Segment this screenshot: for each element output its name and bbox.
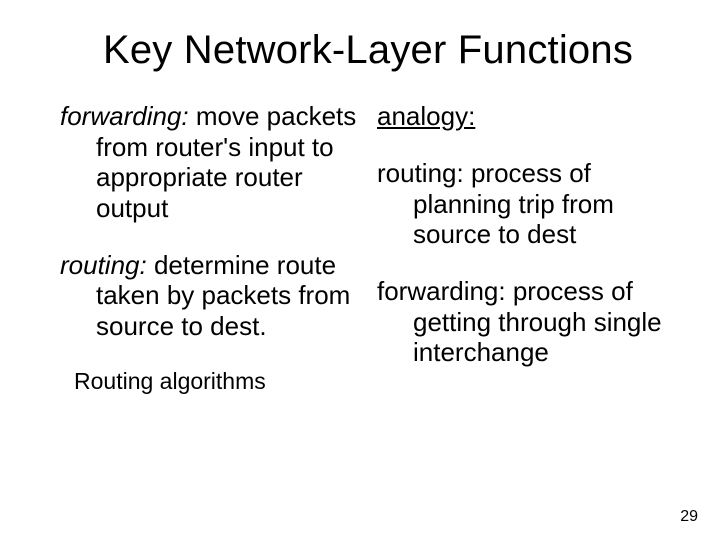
- routing-def: routing: determine route taken by packet…: [60, 250, 359, 342]
- analogy-forwarding: forwarding: process of getting through s…: [377, 276, 676, 368]
- columns: forwarding: move packets from router's i…: [60, 101, 676, 395]
- slide-title: Key Network-Layer Functions: [60, 28, 676, 73]
- routing-algorithms-label: Routing algorithms: [74, 368, 359, 395]
- analogy-routing-term: routing:: [377, 158, 464, 188]
- slide: Key Network-Layer Functions forwarding: …: [0, 0, 720, 540]
- routing-term: routing:: [60, 250, 147, 280]
- analogy-forwarding-term: forwarding:: [377, 276, 506, 306]
- right-column: analogy: routing: process of planning tr…: [377, 101, 676, 395]
- analogy-routing: routing: process of planning trip from s…: [377, 158, 676, 250]
- page-number: 29: [680, 508, 698, 526]
- left-column: forwarding: move packets from router's i…: [60, 101, 359, 395]
- forwarding-term: forwarding:: [60, 101, 189, 131]
- forwarding-def: forwarding: move packets from router's i…: [60, 101, 359, 224]
- analogy-heading: analogy:: [377, 101, 676, 132]
